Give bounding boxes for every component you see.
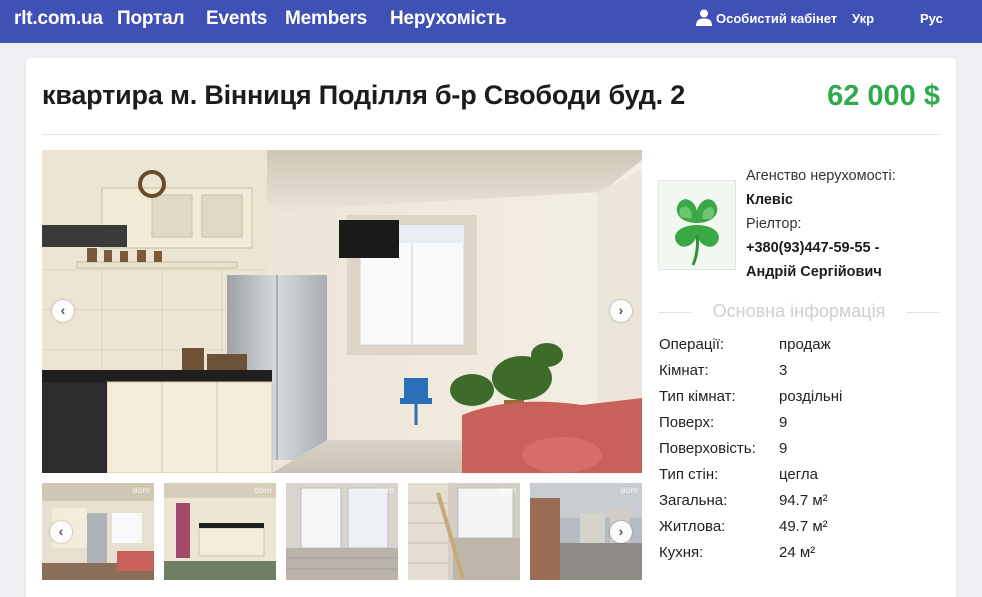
main-photo[interactable]: ‹ › (42, 150, 642, 473)
info-row: Тип кімнат: роздільні (659, 388, 939, 410)
info-row: Загальна: 94.7 м² (659, 492, 939, 514)
thumbnail-image-4 (408, 483, 520, 580)
apartment-kitchen-photo (42, 150, 642, 473)
thumbnail-watermark: dom (132, 486, 150, 495)
clover-logo-icon (675, 199, 719, 266)
thumb-next-button[interactable]: › (610, 521, 632, 543)
realtor-name: Андрій Сергійович (746, 264, 882, 280)
info-value: роздільні (779, 388, 843, 405)
info-row: Поверховість: 9 (659, 440, 939, 462)
info-row: Тип стін: цегла (659, 466, 939, 488)
info-value: 94.7 м² (779, 492, 828, 509)
thumb-prev-button[interactable]: ‹ (50, 521, 72, 543)
nav-members[interactable]: Members (285, 8, 367, 30)
info-row: Операції: продаж (659, 336, 939, 358)
info-value: 49.7 м² (779, 518, 828, 535)
info-label: Тип стін: (659, 466, 719, 483)
info-label: Кухня: (659, 544, 704, 561)
info-value: 3 (779, 362, 788, 379)
section-title: Основна інформація (712, 301, 886, 321)
gallery-thumbnail[interactable]: dom (286, 483, 398, 580)
nav-portal[interactable]: Портал (117, 8, 185, 30)
info-label: Поверховість: (659, 440, 756, 457)
info-row: Кухня: 24 м² (659, 544, 939, 566)
thumbnail-image-2 (164, 483, 276, 580)
listing-title: квартира м. Вінниця Поділля б-р Свободи … (42, 80, 686, 110)
info-row: Житлова: 49.7 м² (659, 518, 939, 540)
nav-real-estate[interactable]: Нерухомість (390, 8, 507, 30)
brand-link[interactable]: rlt.com.ua (14, 8, 103, 30)
agency-name[interactable]: Клевіс (746, 192, 793, 208)
lang-ru-link[interactable]: Рус (920, 11, 943, 26)
info-label: Тип кімнат: (659, 388, 736, 405)
gallery-thumbnail[interactable]: dom › (530, 483, 642, 580)
info-label: Поверх: (659, 414, 715, 431)
info-label: Житлова: (659, 518, 726, 535)
info-value: продаж (779, 336, 831, 353)
agency-label: Агенство нерухомості: (746, 168, 896, 184)
realtor-label: Ріелтор: (746, 216, 802, 232)
user-icon[interactable] (696, 9, 712, 26)
info-value: 24 м² (779, 544, 816, 561)
photo-next-button[interactable]: › (610, 300, 632, 322)
thumbnail-watermark: dom (498, 486, 516, 495)
info-value: цегла (779, 466, 819, 483)
realtor-phone[interactable]: +380(93)447-59-55 - (746, 240, 879, 256)
info-label: Операції: (659, 336, 725, 353)
info-label: Кімнат: (659, 362, 709, 379)
gallery-thumbnail[interactable]: dom ‹ (42, 483, 154, 580)
info-value: 9 (779, 414, 788, 431)
thumbnail-watermark: dom (254, 486, 272, 495)
info-value: 9 (779, 440, 788, 457)
photo-prev-button[interactable]: ‹ (52, 300, 74, 322)
lang-ua-link[interactable]: Укр (852, 11, 874, 26)
info-row: Поверх: 9 (659, 414, 939, 436)
top-navbar: rlt.com.ua Портал Events Members Нерухом… (0, 0, 982, 43)
info-row: Кімнат: 3 (659, 362, 939, 384)
thumbnail-watermark: dom (376, 486, 394, 495)
thumbnail-watermark: dom (620, 486, 638, 495)
title-divider (42, 134, 940, 135)
nav-events[interactable]: Events (206, 8, 267, 30)
info-label: Загальна: (659, 492, 728, 509)
agency-logo[interactable] (658, 180, 736, 270)
gallery-thumbnail[interactable]: dom (408, 483, 520, 580)
account-link[interactable]: Особистий кабінет (716, 11, 837, 26)
thumbnail-image-3 (286, 483, 398, 580)
gallery-thumbnail[interactable]: dom (164, 483, 276, 580)
listing-price: 62 000 $ (827, 80, 940, 112)
